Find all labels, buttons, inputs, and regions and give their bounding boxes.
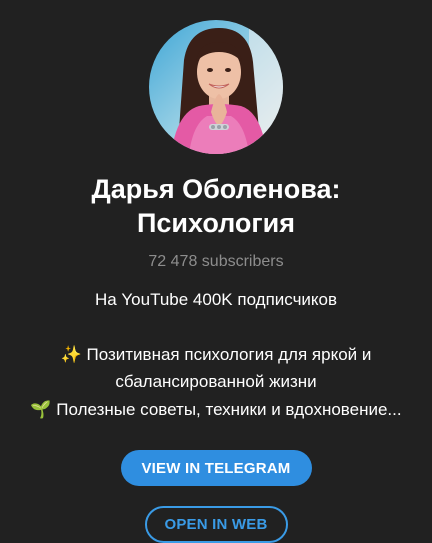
description-line-1: На YouTube 400K подписчиков (94, 290, 338, 309)
channel-title-line-1: Дарья Оболенова: (91, 174, 341, 204)
channel-title-line-2: Психология (136, 208, 296, 238)
subscriber-count: 72 478 subscribers (148, 253, 284, 270)
channel-avatar (149, 20, 283, 154)
view-in-telegram-button[interactable]: VIEW IN TELEGRAM (120, 450, 312, 487)
avatar-photo-icon (149, 20, 283, 154)
description-line-3: сбалансированной жизни (115, 372, 317, 391)
open-in-web-button[interactable]: OPEN IN WEB (144, 506, 288, 543)
description-line-2: ✨ Позитивная психология для яркой и (60, 344, 372, 364)
channel-description: На YouTube 400K подписчиков ✨ Позитивная… (6, 286, 426, 423)
channel-title: Дарья Оболенова: Психология (46, 172, 386, 240)
description-line-4: 🌱 Полезные советы, техники и вдохновение… (30, 399, 402, 419)
channel-preview-page: Дарья Оболенова: Психология 72 478 subsc… (0, 0, 432, 543)
description-blank-line (6, 314, 426, 341)
